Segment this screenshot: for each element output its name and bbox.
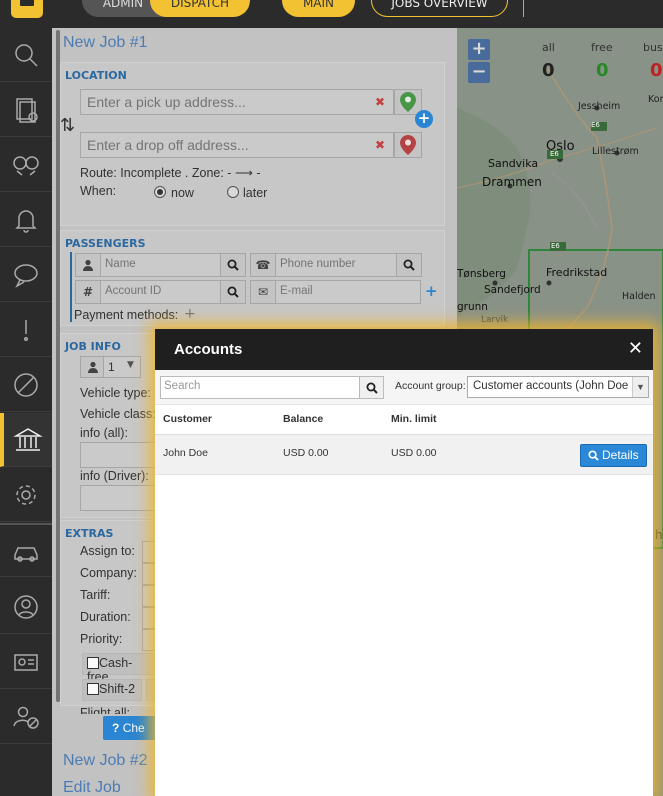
column-header-balance[interactable]: Balance: [283, 413, 323, 425]
handshake-icon: [13, 155, 39, 176]
chat-icon: [14, 263, 38, 288]
divider: [523, 0, 524, 17]
account-group-select[interactable]: Customer accounts (John Doe Ltd) ▼: [467, 376, 649, 398]
details-button-label: Details: [602, 448, 639, 462]
sidebar-item-notifications[interactable]: [0, 193, 52, 247]
cell-min-limit: USD 0.00: [391, 447, 437, 459]
exclamation-icon: [23, 319, 29, 341]
modal-header: Accounts ✕: [155, 329, 653, 370]
table-row[interactable]: John Doe USD 0.00 USD 0.00 Details: [155, 435, 653, 475]
sidebar: [0, 0, 52, 796]
sidebar-item-accounts[interactable]: [0, 413, 52, 467]
sidebar-item-drivers[interactable]: [0, 635, 52, 689]
sidebar-item-users[interactable]: [0, 580, 52, 634]
top-bar: ADMIN DISPATCH MAIN JOBS OVERVIEW: [0, 0, 663, 28]
user-circle-icon: [14, 594, 38, 619]
jobs-overview-tab[interactable]: JOBS OVERVIEW: [371, 0, 508, 17]
column-header-min-limit[interactable]: Min. limit: [391, 413, 437, 425]
sidebar-item-vehicles[interactable]: [0, 523, 52, 577]
app-logo[interactable]: [11, 0, 43, 18]
account-group-value: Customer accounts (John Doe Ltd): [473, 380, 649, 392]
accounts-modal: Accounts ✕ Search Account group: Custome…: [155, 329, 653, 796]
account-search-input[interactable]: Search: [160, 376, 360, 399]
bell-icon: [15, 209, 37, 233]
account-group-label: Account group:: [395, 380, 466, 392]
forbidden-icon: [14, 372, 38, 397]
sidebar-item-blocked[interactable]: [0, 358, 52, 412]
search-icon: [588, 450, 599, 461]
sidebar-item-partners[interactable]: [0, 138, 52, 192]
modal-toolbar: Search Account group: Customer accounts …: [155, 370, 653, 405]
sidebar-item-messages[interactable]: [0, 248, 52, 302]
user-blocked-icon: [13, 706, 39, 729]
dispatch-tab[interactable]: DISPATCH: [150, 0, 250, 17]
chevron-down-icon: ▼: [632, 377, 648, 397]
main-tab[interactable]: MAIN: [282, 0, 355, 17]
search-icon: [15, 43, 38, 67]
sidebar-item-settings[interactable]: [0, 468, 52, 522]
sidebar-item-documents[interactable]: [0, 83, 52, 137]
cell-customer: John Doe: [163, 447, 208, 459]
car-icon: [14, 546, 38, 562]
mode-switch: ADMIN DISPATCH: [82, 0, 250, 17]
id-card-icon: [14, 653, 38, 671]
modal-title: Accounts: [174, 341, 243, 358]
cell-balance: USD 0.00: [283, 447, 329, 459]
gear-icon: [16, 484, 36, 505]
column-header-customer[interactable]: Customer: [163, 413, 212, 425]
close-icon[interactable]: ✕: [628, 338, 643, 359]
search-icon: [366, 382, 378, 394]
details-button[interactable]: Details: [580, 444, 647, 467]
sidebar-item-blocked-users[interactable]: [0, 690, 52, 744]
sidebar-item-search[interactable]: [0, 28, 52, 82]
account-search-button[interactable]: [359, 376, 384, 399]
document-check-icon: [16, 97, 38, 123]
sidebar-item-alerts[interactable]: [0, 303, 52, 357]
bank-icon: [13, 427, 43, 451]
